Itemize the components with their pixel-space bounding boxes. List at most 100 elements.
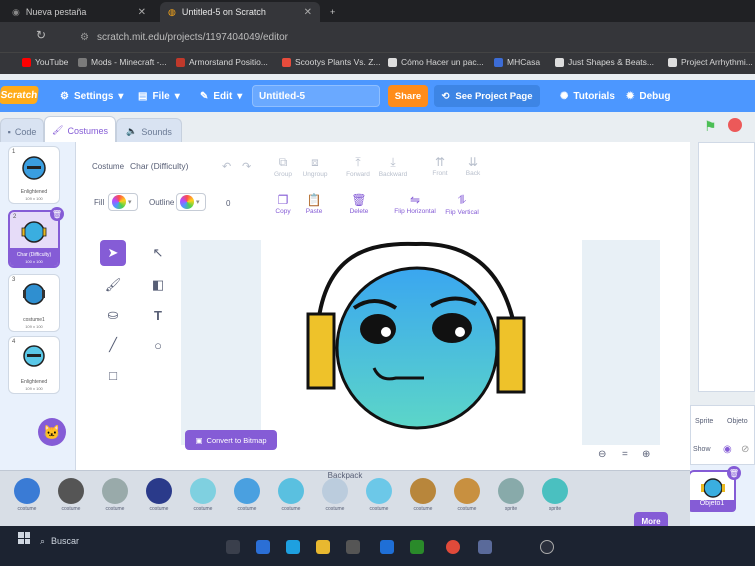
sprite-name-field[interactable]: Objeto [727,418,748,425]
delete-button[interactable]: 🗑 Delete [339,193,379,215]
chrome-icon[interactable] [446,540,460,554]
stage[interactable] [698,142,755,392]
taskbar-search[interactable]: ⌕ Buscar [40,531,210,551]
tab-sounds[interactable]: 🔈 Sounds [116,118,182,144]
flip-vertical-button[interactable]: ⥮ Flip Vertical [440,193,484,216]
stop-icon[interactable] [728,118,742,132]
bookmark-armorstand[interactable]: Armorstand Positio... [176,57,268,67]
edge-icon[interactable] [286,540,300,554]
backpack-item[interactable]: costume [228,478,266,526]
reshape-tool[interactable]: ↖ [145,240,171,266]
eraser-tool[interactable]: ◧ [145,272,171,298]
browser-tab-newtab[interactable]: ◉ Nueva pestaña ✕ [4,2,154,22]
brush-tool[interactable]: 🖌 [100,272,126,298]
fill-color-picker[interactable]: ▾ [108,193,138,211]
bookmark-mods[interactable]: Mods - Minecraft -... [78,57,167,67]
backpack-item[interactable]: costume [8,478,46,526]
backpack-item[interactable]: costume [360,478,398,526]
address-bar[interactable]: ⚙ scratch.mit.edu/projects/1197404049/ed… [60,27,750,47]
debug-button[interactable]: ✹ Debug [626,80,671,112]
backpack-item[interactable]: costume [316,478,354,526]
backpack-item[interactable]: costume [140,478,178,526]
circle-tool[interactable]: ○ [145,332,171,358]
costume-thumb-3[interactable]: 3 costume1 109 x 100 [8,274,60,332]
zoom-reset-button[interactable]: = [622,449,628,460]
bookmark-scootys[interactable]: Scootys Plants Vs. Z... [282,57,381,67]
close-tab-icon[interactable]: ✕ [304,7,312,18]
backpack-item-thumbnail [14,478,40,504]
backpack-item-label: costume [193,506,213,512]
tutorials-button[interactable]: ✺ Tutorials [560,80,615,112]
character-drawing[interactable] [296,236,536,436]
backpack-item[interactable]: costume [404,478,442,526]
reload-icon[interactable]: ↻ [36,28,46,42]
costume-thumb-2[interactable]: 2 🗑 Char (Difficulty) 100 x 100 [8,207,64,268]
backpack-item[interactable]: costume [52,478,90,526]
outline-color-picker[interactable]: ▾ [176,193,206,211]
backpack-item-thumbnail [366,478,392,504]
scratch-logo[interactable]: Scratch [0,86,39,104]
add-costume-button[interactable]: 🐱 [38,418,66,446]
ungroup-button[interactable]: ⧈ Ungroup [295,155,335,178]
tab-code[interactable]: ▪ Code [0,118,44,144]
outline-width-input[interactable]: 0 [226,199,230,208]
task-view-icon[interactable] [226,540,240,554]
line-tool[interactable]: ╱ [100,332,126,358]
text-tool[interactable]: T [145,302,171,328]
file-explorer-icon[interactable] [316,540,330,554]
see-project-page-button[interactable]: ⟲ See Project Page [434,85,540,107]
copilot-icon[interactable] [256,540,270,554]
edit-menu[interactable]: ✎ Edit ▾ [200,80,242,112]
backpack-item[interactable]: costume [184,478,222,526]
costume-thumb-1[interactable]: 1 Enlightened 109 x 100 [8,146,60,204]
delete-costume-icon[interactable]: 🗑 [50,207,64,221]
bookmark-como-hacer[interactable]: Cómo Hacer un pac... [388,57,484,67]
bookmark-youtube[interactable]: YouTube [22,57,68,67]
undo-icon[interactable]: ↶ [222,160,231,173]
windows-start-icon[interactable] [18,532,30,544]
app-icon[interactable] [478,540,492,554]
backpack-item[interactable]: costume [448,478,486,526]
fill-tool[interactable]: ⛀ [100,302,126,328]
forward-icon: ⤒ [355,155,361,169]
flip-horizontal-button[interactable]: ⇋ Flip Horizontal [392,193,438,215]
bookmark-project-arrhythmia[interactable]: Project Arrhythmi... [668,57,753,67]
forward-button[interactable]: ⤒ Forward [338,155,378,178]
project-title-input[interactable]: Untitled-5 [252,85,380,107]
convert-to-bitmap-button[interactable]: ▣ Convert to Bitmap [185,430,277,450]
costume-name-input[interactable]: Char (Difficulty) [130,158,212,174]
backward-button[interactable]: ⤓ Backward [373,155,413,178]
backpack-item[interactable]: costume [96,478,134,526]
bookmark-mhcasa[interactable]: MHCasa [494,57,540,67]
back-button[interactable]: ⇊ Back [453,155,493,177]
close-tab-icon[interactable]: ✕ [138,7,146,18]
costume-thumb-4[interactable]: 4 Enlightened 109 x 100 [8,336,60,394]
outline-label: Outline [149,198,175,207]
delete-sprite-icon[interactable]: 🗑 [727,466,741,480]
file-menu[interactable]: ▤ File ▾ [138,80,180,112]
new-tab-button[interactable]: + [322,2,342,22]
settings-menu[interactable]: ⚙ Settings ▾ [60,80,123,112]
calendar-icon[interactable] [346,540,360,554]
zoom-in-button[interactable]: ⊕ [642,449,650,460]
minecraft-icon[interactable] [410,540,424,554]
browser-tab-scratch[interactable]: ◍ Untitled-5 on Scratch ✕ [160,2,320,22]
chevron-down-icon: ▾ [196,199,200,206]
media-play-icon[interactable] [540,540,554,554]
redo-icon[interactable]: ↷ [242,160,251,173]
backpack-item[interactable]: sprite [492,478,530,526]
eye-icon[interactable]: ◉ [723,444,732,455]
paste-button[interactable]: 📋 Paste [294,193,334,215]
tab-costumes[interactable]: 🖌 Costumes [44,116,116,144]
site-info-icon: ⚙ [80,31,89,43]
rectangle-tool[interactable]: □ [100,362,126,388]
backpack-item[interactable]: sprite [536,478,574,526]
bookmark-jsab[interactable]: Just Shapes & Beats... [555,57,654,67]
select-tool[interactable]: ➤ [100,240,126,266]
share-button[interactable]: Share [388,85,428,107]
green-flag-icon[interactable]: ⚑ [704,118,720,134]
eye-off-icon[interactable]: ⊘ [741,444,749,455]
zoom-out-button[interactable]: ⊖ [598,449,606,460]
backpack-item[interactable]: costume [272,478,310,526]
outlook-icon[interactable] [380,540,394,554]
